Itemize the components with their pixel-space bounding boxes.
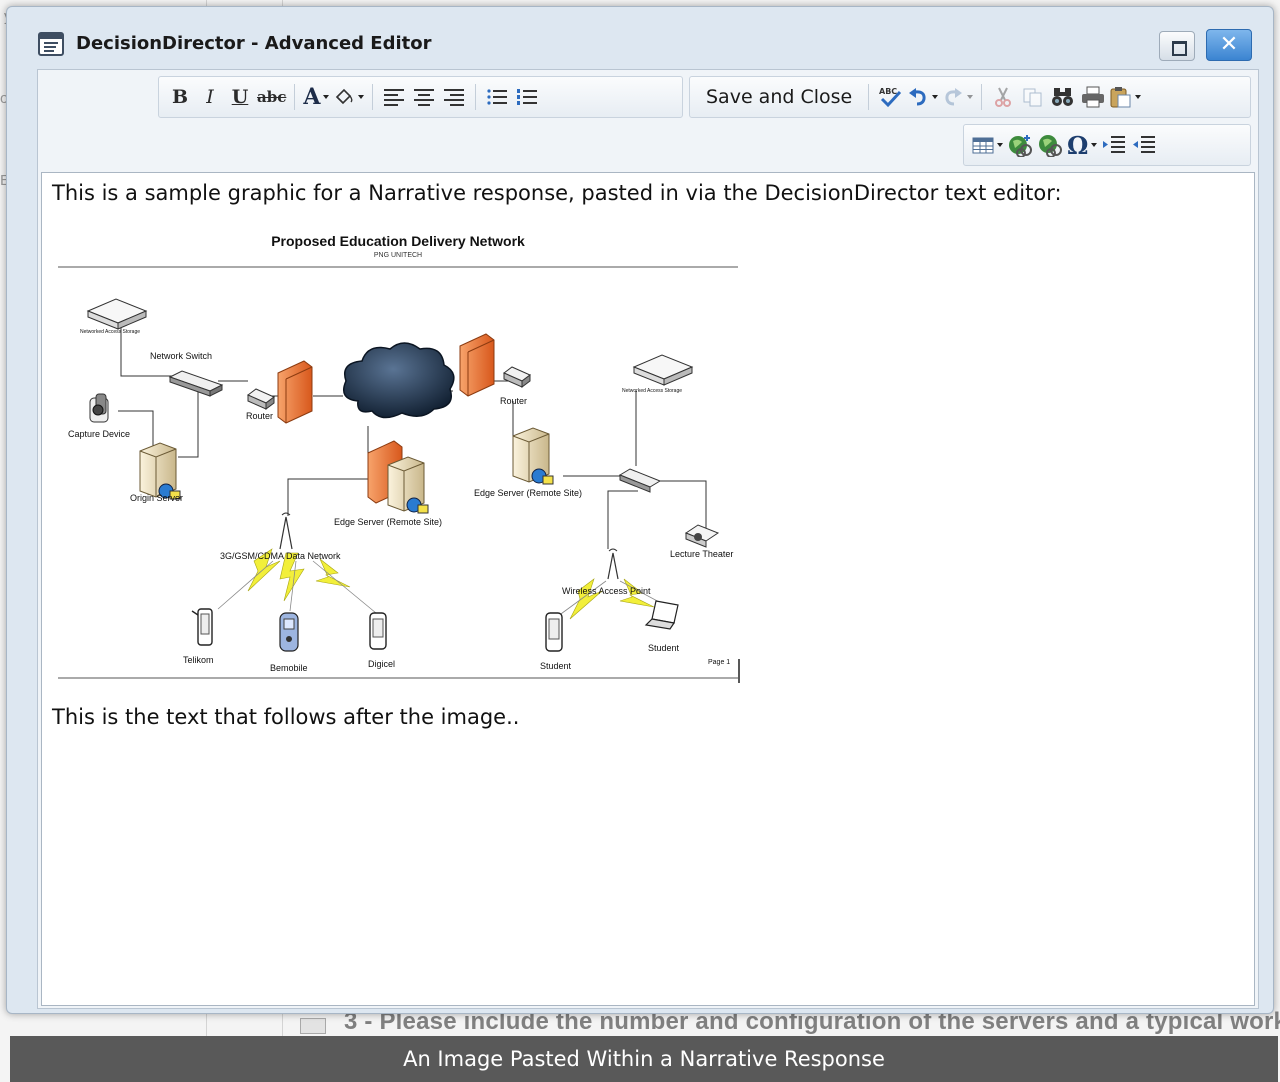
highlight-color-icon — [336, 88, 353, 105]
formatting-toolbar-group: B I U abc A — [158, 76, 683, 118]
highlight-color-button[interactable] — [333, 82, 364, 112]
insert-link-icon — [1009, 135, 1032, 157]
diagram-label: Student — [540, 661, 572, 671]
undo-icon — [909, 88, 926, 106]
redo-icon — [945, 88, 963, 106]
dialog-title: DecisionDirector - Advanced Editor — [76, 33, 432, 54]
maximize-button[interactable] — [1159, 31, 1195, 61]
copy-icon — [1023, 88, 1042, 107]
font-color-button[interactable]: A — [303, 82, 329, 112]
undo-button[interactable] — [907, 82, 938, 112]
align-left-button[interactable] — [381, 82, 407, 112]
spellcheck-icon: ABC — [879, 87, 902, 108]
align-right-button[interactable] — [441, 82, 467, 112]
italic-button[interactable]: I — [197, 82, 223, 112]
print-icon — [1082, 86, 1105, 108]
diagram-label: Lecture Theater — [670, 549, 734, 559]
insert-table-button[interactable] — [972, 130, 1003, 160]
cut-icon — [995, 87, 1012, 107]
redo-button[interactable] — [942, 82, 973, 112]
editor-frame: B I U abc A Save and Close ABC Ω This is… — [37, 69, 1259, 1009]
bold-button[interactable]: B — [167, 82, 193, 112]
copy-button[interactable] — [1020, 82, 1046, 112]
paste-icon — [1110, 87, 1131, 108]
diagram-label: Capture Device — [68, 429, 131, 439]
diagram-label: Telikom — [183, 655, 214, 665]
print-button[interactable] — [1080, 82, 1106, 112]
cut-button[interactable] — [990, 82, 1016, 112]
diagram-subtitle: PNG UNITECH — [373, 252, 423, 259]
network-diagram-graphic — [58, 266, 740, 683]
toolbar-separator — [372, 84, 374, 110]
remove-link-button[interactable] — [1037, 130, 1063, 160]
find-button[interactable] — [1050, 82, 1076, 112]
table-icon — [972, 137, 994, 154]
diagram-label: Origin Server — [130, 493, 184, 503]
diagram-title: Proposed Education Delivery Network — [271, 233, 525, 249]
align-center-button[interactable] — [411, 82, 437, 112]
align-left-icon — [384, 88, 405, 106]
special-character-button[interactable]: Ω — [1067, 130, 1097, 160]
toolbar-separator — [981, 84, 983, 110]
figure-caption: An Image Pasted Within a Narrative Respo… — [10, 1036, 1278, 1082]
toolbar-separator — [475, 84, 477, 110]
underline-button[interactable]: U — [227, 82, 253, 112]
indent-icon — [1103, 136, 1126, 153]
advanced-editor-dialog: DecisionDirector - Advanced Editor ✕ B I… — [6, 6, 1274, 1014]
pasted-network-diagram[interactable]: Proposed Education Delivery Network PNG … — [58, 231, 744, 687]
editor-toolbar: B I U abc A Save and Close ABC Ω — [38, 70, 1258, 170]
toolbar-separator — [868, 84, 870, 110]
background-checklist-icon — [300, 1018, 326, 1034]
diagram-label: 3G/GSM/CDMA Data Network — [220, 551, 341, 561]
diagram-label: Networked Access Storage — [80, 329, 141, 335]
bulleted-list-button[interactable] — [484, 82, 510, 112]
remove-link-icon — [1039, 135, 1062, 157]
action-toolbar-group: Save and Close ABC — [689, 76, 1251, 118]
editor-content-area[interactable]: This is a sample graphic for a Narrative… — [41, 172, 1255, 1006]
diagram-label: Network Switch — [150, 351, 213, 361]
diagram-label: Edge Server (Remote Site) — [474, 488, 583, 498]
strikethrough-button[interactable]: abc — [257, 82, 286, 112]
after-image-paragraph: This is the text that follows after the … — [52, 705, 520, 729]
paste-button[interactable] — [1110, 82, 1141, 112]
outdent-icon — [1133, 136, 1156, 153]
find-icon — [1052, 88, 1074, 106]
diagram-label: Router — [246, 411, 274, 421]
save-and-close-button[interactable]: Save and Close — [698, 82, 860, 112]
align-center-icon — [414, 88, 435, 106]
spellcheck-button[interactable]: ABC — [877, 82, 903, 112]
toolbar-separator — [294, 84, 296, 110]
outdent-button[interactable] — [1131, 130, 1157, 160]
diagram-label: Bemobile — [270, 663, 308, 673]
diagram-label: Digicel — [368, 659, 396, 669]
diagram-label: Student — [648, 643, 680, 653]
editor-window-icon — [38, 32, 64, 56]
insert-link-button[interactable] — [1007, 130, 1033, 160]
diagram-label: Edge Server (Remote Site) — [334, 517, 443, 527]
align-right-icon — [444, 88, 465, 106]
insert-toolbar-group: Ω — [963, 124, 1251, 166]
diagram-label: Router — [500, 396, 528, 406]
svg-text:ABC: ABC — [879, 87, 897, 96]
indent-button[interactable] — [1101, 130, 1127, 160]
numbered-list-icon — [517, 89, 538, 105]
special-character-icon: Ω — [1067, 130, 1089, 160]
diagram-label: Wireless Access Point — [562, 586, 651, 596]
numbered-list-button[interactable] — [514, 82, 540, 112]
diagram-label: Networked Access Storage — [622, 388, 683, 394]
close-button[interactable]: ✕ — [1206, 29, 1252, 61]
bulleted-list-icon — [487, 89, 508, 105]
intro-paragraph: This is a sample graphic for a Narrative… — [52, 181, 1062, 205]
dialog-titlebar[interactable]: DecisionDirector - Advanced Editor ✕ — [7, 7, 1273, 69]
diagram-page-number: Page 1 — [708, 659, 731, 666]
